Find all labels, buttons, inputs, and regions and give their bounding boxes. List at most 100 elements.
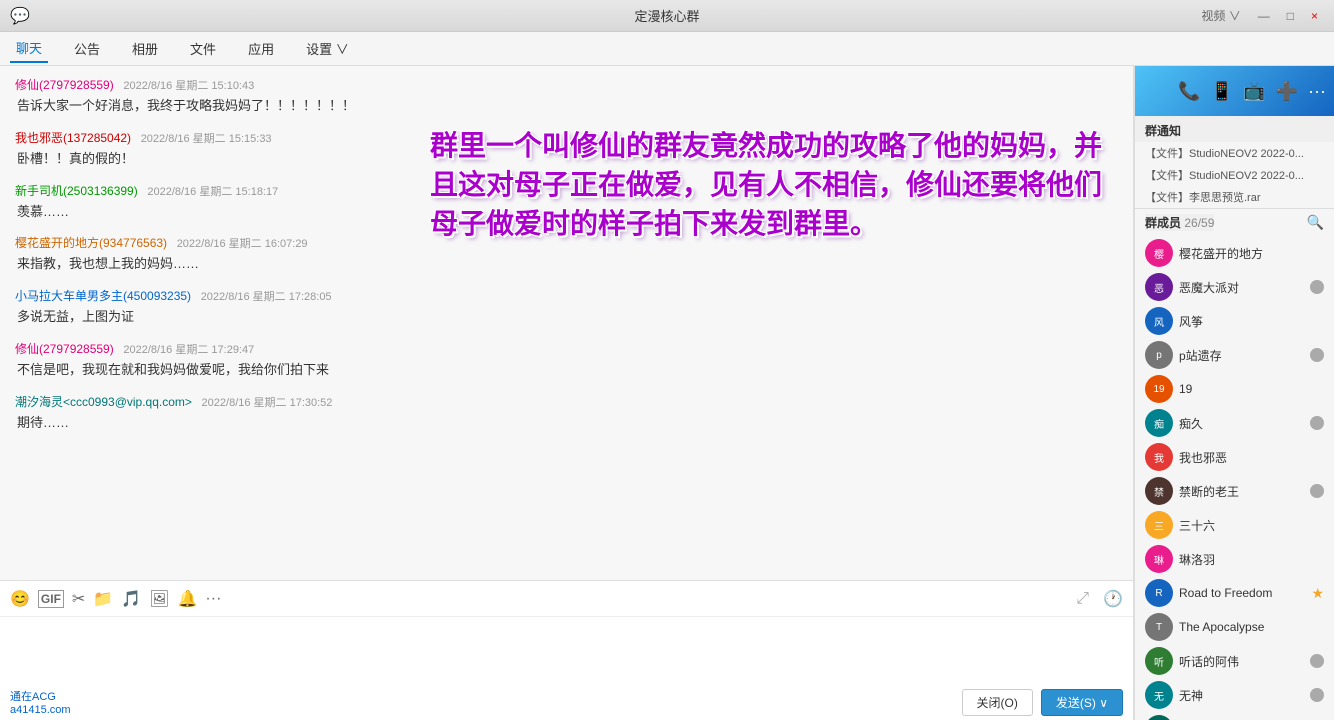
- member-badge-icon: [1310, 688, 1324, 702]
- add-icon[interactable]: ➕: [1276, 81, 1298, 102]
- member-badge-icon: [1310, 654, 1324, 668]
- username-6[interactable]: 修仙(2797928559): [15, 342, 114, 356]
- logo-area: 通在ACG a41415.com: [10, 688, 71, 716]
- member-avatar: 痴: [1145, 409, 1173, 437]
- right-panel-sections: 群通知 【文件】StudioNEOV2 2022-0... 【文件】Studio…: [1135, 116, 1334, 720]
- member-name: 恶魔大派对: [1179, 279, 1304, 296]
- username-3[interactable]: 新手司机(2503136399): [15, 184, 138, 198]
- messages-container: 修仙(2797928559) 2022/8/16 星期二 15:10:43 告诉…: [0, 66, 1133, 580]
- video-btn[interactable]: 视频 ∨: [1195, 5, 1246, 26]
- input-footer: 通在ACG a41415.com 关闭(O) 发送(S) ∨: [0, 684, 1133, 720]
- username-4[interactable]: 樱花盛开的地方(934776563): [15, 236, 167, 250]
- message-header: 我也邪恶(137285042) 2022/8/16 星期二 15:15:33: [15, 129, 1118, 146]
- menu-bar: 聊天 公告 相册 文件 应用 设置 ∨: [0, 32, 1334, 66]
- member-item[interactable]: TThe Apocalypse: [1135, 610, 1334, 644]
- main-container: 修仙(2797928559) 2022/8/16 星期二 15:10:43 告诉…: [0, 66, 1334, 720]
- emoji-icon[interactable]: 😊: [10, 589, 30, 609]
- member-item[interactable]: 三三十六: [1135, 508, 1334, 542]
- username-7[interactable]: 潮汐海灵<ccc0993@vip.qq.com>: [15, 395, 192, 409]
- scissors-icon[interactable]: ✂: [72, 589, 85, 609]
- msg-time-5: 2022/8/16 星期二 17:28:05: [201, 291, 332, 303]
- more-icon[interactable]: ···: [205, 590, 221, 608]
- member-avatar: 三: [1145, 511, 1173, 539]
- message-header: 小马拉大车单男多主(450093235) 2022/8/16 星期二 17:28…: [15, 287, 1118, 304]
- message-block: 小马拉大车单男多主(450093235) 2022/8/16 星期二 17:28…: [15, 287, 1118, 328]
- member-item[interactable]: 樱樱花盛开的地方: [1135, 236, 1334, 270]
- send-button[interactable]: 发送(S) ∨: [1041, 689, 1123, 716]
- username-2[interactable]: 我也邪恶(137285042): [15, 131, 131, 145]
- msg-content-6: 不信是吧，我现在就和我妈妈做爱呢，我给你们拍下来: [15, 360, 1118, 381]
- member-item[interactable]: 恶恶魔大派对: [1135, 270, 1334, 304]
- member-avatar: 风: [1145, 307, 1173, 335]
- msg-time-6: 2022/8/16 星期二 17:29:47: [123, 344, 254, 356]
- member-item[interactable]: RRoad to Freedom★: [1135, 576, 1334, 610]
- menu-chat[interactable]: 聊天: [10, 34, 48, 63]
- notice-item-1[interactable]: 【文件】StudioNEOV2 2022-0...: [1135, 142, 1334, 164]
- menu-settings[interactable]: 设置 ∨: [300, 35, 355, 62]
- member-item[interactable]: 痴痴久: [1135, 406, 1334, 440]
- member-badge-icon: [1310, 280, 1324, 294]
- notice-item-2[interactable]: 【文件】StudioNEOV2 2022-0...: [1135, 164, 1334, 186]
- menu-notice[interactable]: 公告: [68, 35, 106, 62]
- username-1[interactable]: 修仙(2797928559): [15, 78, 114, 92]
- gif-icon[interactable]: GIF: [38, 590, 64, 608]
- call-icon[interactable]: 📞: [1178, 81, 1200, 102]
- folder-icon[interactable]: 📁: [93, 589, 113, 609]
- member-list: 樱樱花盛开的地方恶恶魔大派对风风筝pp站遗存1919痴痴久我我也邪恶禁禁断的老王…: [1135, 236, 1334, 720]
- member-badge-icon: [1310, 348, 1324, 362]
- msg-content-2: 卧槽！！真的假的！: [15, 149, 1118, 170]
- message-header: 潮汐海灵<ccc0993@vip.qq.com> 2022/8/16 星期二 1…: [15, 393, 1118, 410]
- close-button[interactable]: 关闭(O): [962, 689, 1033, 716]
- member-item[interactable]: 禁禁断的老王: [1135, 474, 1334, 508]
- member-avatar: 禁: [1145, 477, 1173, 505]
- member-avatar: 衣: [1145, 715, 1173, 720]
- member-avatar: 我: [1145, 443, 1173, 471]
- restore-btn[interactable]: □: [1281, 7, 1300, 25]
- expand-icon[interactable]: ⤢: [1076, 590, 1089, 608]
- msg-content-7: 期待……: [15, 413, 1118, 434]
- member-avatar: 19: [1145, 375, 1173, 403]
- message-block: 修仙(2797928559) 2022/8/16 星期二 17:29:47 不信…: [15, 340, 1118, 381]
- member-item[interactable]: 我我也邪恶: [1135, 440, 1334, 474]
- image-icon[interactable]: 🖼: [149, 589, 169, 609]
- member-avatar: 听: [1145, 647, 1173, 675]
- notice-item-3[interactable]: 【文件】李思思预览.rar: [1135, 186, 1334, 208]
- menu-album[interactable]: 相册: [126, 35, 164, 62]
- member-search-icon[interactable]: 🔍: [1307, 214, 1324, 231]
- window-controls: 视频 ∨ — □ ×: [1195, 5, 1324, 26]
- member-item[interactable]: 风风筝: [1135, 304, 1334, 338]
- screen-icon[interactable]: 📺: [1243, 81, 1265, 102]
- close-btn[interactable]: ×: [1305, 7, 1324, 25]
- member-name: 禁断的老王: [1179, 483, 1304, 500]
- phone-icon[interactable]: 📱: [1211, 81, 1233, 102]
- msg-content-3: 羡慕……: [15, 202, 1118, 223]
- right-panel: 📞 📱 📺 ➕ ··· 群通知 【文件】StudioNEOV2 2022-0..…: [1134, 66, 1334, 720]
- member-name: 琳洛羽: [1179, 551, 1324, 568]
- member-item[interactable]: 1919: [1135, 372, 1334, 406]
- logo-line2: a41415.com: [10, 704, 71, 716]
- member-star-icon: ★: [1311, 585, 1324, 602]
- message-block: 我也邪恶(137285042) 2022/8/16 星期二 15:15:33 卧…: [15, 129, 1118, 170]
- menu-file[interactable]: 文件: [184, 35, 222, 62]
- msg-content-4: 来指教，我也想上我的妈妈……: [15, 254, 1118, 275]
- member-item[interactable]: 衣衣一: [1135, 712, 1334, 720]
- member-item[interactable]: 无无神: [1135, 678, 1334, 712]
- minimize-btn[interactable]: —: [1252, 7, 1276, 25]
- member-item[interactable]: 听听话的阿伟: [1135, 644, 1334, 678]
- msg-time-4: 2022/8/16 星期二 16:07:29: [177, 238, 308, 250]
- message-input[interactable]: [0, 617, 1133, 684]
- music-icon[interactable]: 🎵: [121, 589, 141, 609]
- members-header: 群成员 26/59 🔍: [1135, 208, 1334, 236]
- member-item[interactable]: pp站遗存: [1135, 338, 1334, 372]
- clock-icon[interactable]: 🕐: [1103, 589, 1123, 609]
- menu-app[interactable]: 应用: [242, 35, 280, 62]
- member-name: p站遗存: [1179, 347, 1304, 364]
- message-header: 修仙(2797928559) 2022/8/16 星期二 15:10:43: [15, 76, 1118, 93]
- member-name: 风筝: [1179, 313, 1324, 330]
- bell-icon[interactable]: 🔔: [177, 589, 197, 609]
- more-options-icon[interactable]: ···: [1308, 81, 1326, 102]
- member-item[interactable]: 琳琳洛羽: [1135, 542, 1334, 576]
- message-header: 修仙(2797928559) 2022/8/16 星期二 17:29:47: [15, 340, 1118, 357]
- username-5[interactable]: 小马拉大车单男多主(450093235): [15, 289, 191, 303]
- message-block: 潮汐海灵<ccc0993@vip.qq.com> 2022/8/16 星期二 1…: [15, 393, 1118, 434]
